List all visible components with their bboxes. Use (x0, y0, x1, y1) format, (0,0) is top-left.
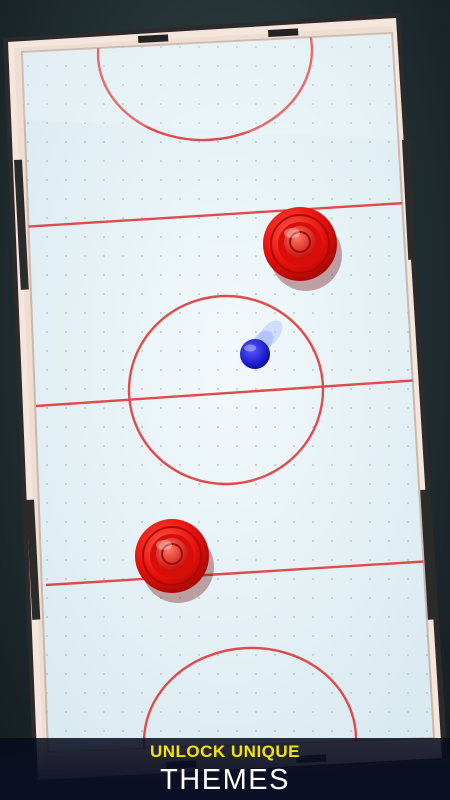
game-screen: UNLOCK UNIQUE THEMES (0, 0, 450, 800)
banner-title: THEMES (160, 764, 290, 796)
promo-banner: UNLOCK UNIQUE THEMES (0, 738, 450, 800)
air-hockey-table (0, 0, 450, 800)
banner-subtitle: UNLOCK UNIQUE (149, 742, 301, 761)
